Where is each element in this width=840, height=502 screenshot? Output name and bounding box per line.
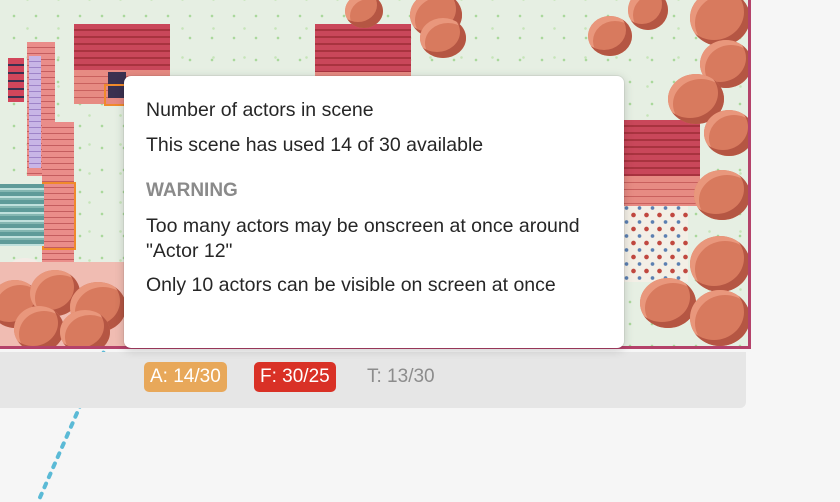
house-roof (74, 24, 170, 74)
actors-count-badge[interactable]: A: 14/30 (144, 362, 227, 392)
editor-canvas[interactable]: A: 14/30 F: 30/25 T: 13/30 Number of act… (0, 0, 840, 502)
tooltip-warning-heading: WARNING (146, 180, 238, 201)
flower-bed (624, 206, 688, 282)
tree (588, 16, 632, 56)
sign-post (8, 58, 24, 102)
tooltip-title: Number of actors in scene (146, 99, 374, 121)
triggers-count-label[interactable]: T: 13/30 (367, 362, 435, 392)
tooltip-warning-onscreen: Too many actors may be onscreen at once … (146, 215, 580, 262)
actor-selection-box[interactable] (42, 182, 76, 250)
tree (690, 290, 748, 346)
house-wall (624, 176, 700, 206)
tree (60, 310, 110, 346)
scene-status-bar: A: 14/30 F: 30/25 T: 13/30 (0, 352, 746, 408)
house-roof (624, 120, 700, 180)
actors-tooltip: Number of actors in scene This scene has… (124, 76, 624, 348)
tree (640, 278, 696, 328)
tree (420, 18, 466, 58)
frames-count-badge[interactable]: F: 30/25 (254, 362, 336, 392)
tree (694, 170, 748, 220)
tower-ladder (29, 56, 41, 168)
house-roof (315, 24, 411, 76)
tree (14, 306, 64, 346)
water-tiles (0, 184, 44, 246)
tree (690, 236, 748, 292)
tooltip-warning-limit: Only 10 actors can be visible on screen … (146, 274, 556, 296)
tree (704, 110, 748, 156)
tooltip-usage: This scene has used 14 of 30 available (146, 134, 484, 156)
